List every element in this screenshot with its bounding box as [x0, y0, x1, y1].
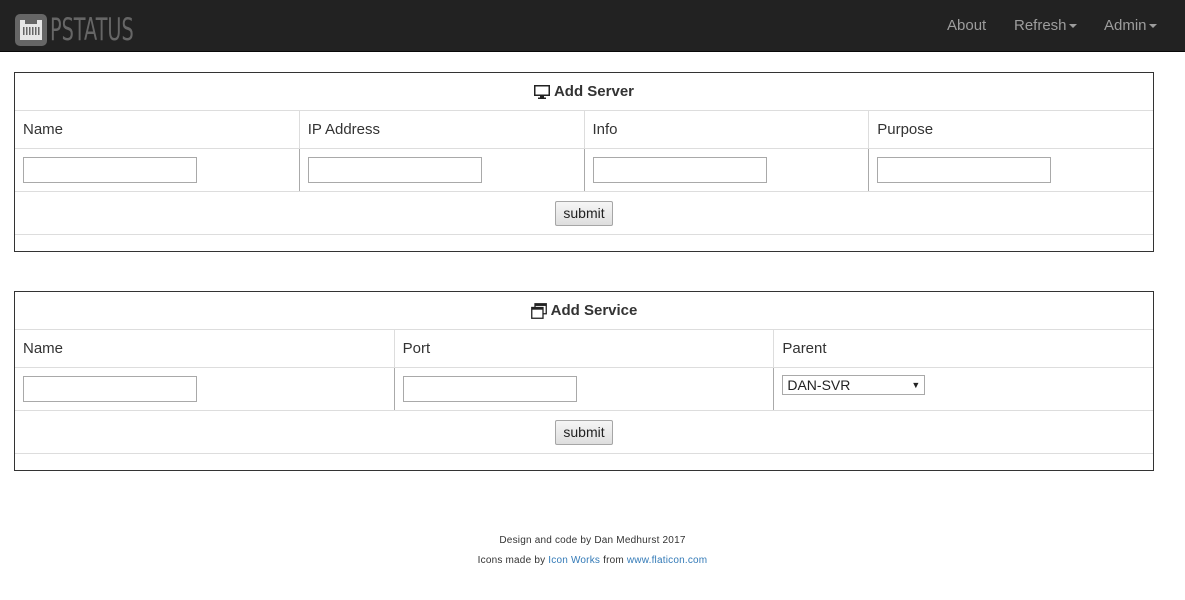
- nav-refresh-label: Refresh: [1014, 17, 1067, 34]
- brand-logo[interactable]: PSTATUS: [15, 13, 185, 47]
- add-server-column-headers: Name IP Address Info Purpose: [15, 111, 1153, 149]
- server-purpose-input[interactable]: [877, 157, 1052, 183]
- brand-name: PSTATUS: [50, 12, 134, 48]
- panel-footer-spacer: [15, 454, 1153, 470]
- server-name-label: Name: [23, 121, 64, 138]
- service-port-label: Port: [402, 340, 431, 357]
- server-ip-input[interactable]: [307, 157, 482, 183]
- ethernet-port-icon: [15, 14, 47, 46]
- top-navbar: PSTATUS About Refresh Admin: [0, 0, 1185, 52]
- server-info-input[interactable]: [592, 157, 767, 183]
- server-purpose-label: Purpose: [877, 121, 934, 138]
- add-server-submit-button[interactable]: submit: [555, 200, 613, 226]
- parent-selected-value: DAN-SVR: [787, 377, 851, 393]
- service-parent-label: Parent: [782, 340, 827, 357]
- footer-icons-middle: from: [603, 555, 624, 566]
- add-service-column-headers: Name Port Parent: [15, 330, 1153, 368]
- icon-works-link[interactable]: Icon Works: [548, 555, 600, 566]
- nav-about-label: About: [947, 17, 987, 34]
- add-service-inputs-row: DAN-SVR ▼: [15, 368, 1153, 411]
- footer-icons-credit: Icons made by Icon Works from www.flatic…: [0, 555, 1185, 566]
- add-server-header: Add Server: [15, 73, 1153, 111]
- server-ip-label: IP Address: [307, 121, 381, 138]
- caret-down-icon: [1148, 24, 1157, 29]
- add-server-inputs-row: [15, 149, 1153, 192]
- server-info-label: Info: [592, 121, 618, 138]
- nav-about-link[interactable]: About: [947, 0, 986, 52]
- nav-refresh-dropdown[interactable]: Refresh: [1014, 0, 1077, 52]
- server-name-input[interactable]: [23, 157, 197, 183]
- service-port-input[interactable]: [402, 376, 577, 402]
- service-name-input[interactable]: [23, 376, 197, 402]
- add-service-title: Add Service: [550, 302, 638, 319]
- footer-credit: Design and code by Dan Medhurst 2017: [0, 535, 1185, 546]
- caret-down-icon: [1068, 24, 1077, 29]
- panel-footer-spacer: [15, 235, 1153, 251]
- add-server-submit-row: submit: [15, 192, 1153, 235]
- nav-admin-dropdown[interactable]: Admin: [1104, 0, 1157, 52]
- footer-icons-prefix: Icons made by: [477, 555, 546, 566]
- add-service-submit-button[interactable]: submit: [555, 419, 613, 445]
- add-service-panel: Add Service Name Port Parent DAN-SVR ▼ s…: [14, 291, 1154, 471]
- add-service-submit-row: submit: [15, 411, 1153, 454]
- dropdown-arrow-icon: ▼: [911, 380, 921, 390]
- add-service-header: Add Service: [15, 292, 1153, 330]
- service-parent-select[interactable]: DAN-SVR ▼: [782, 375, 926, 395]
- monitor-icon: [533, 84, 550, 99]
- nav-admin-label: Admin: [1104, 17, 1147, 34]
- add-server-panel: Add Server Name IP Address Info Purpose …: [14, 72, 1154, 252]
- windows-stack-icon: [530, 302, 547, 319]
- footer-credit-text: Design and code by Dan Medhurst 2017: [499, 535, 686, 546]
- service-name-label: Name: [23, 340, 64, 357]
- flaticon-link[interactable]: www.flaticon.com: [627, 555, 707, 566]
- add-server-title: Add Server: [553, 83, 635, 100]
